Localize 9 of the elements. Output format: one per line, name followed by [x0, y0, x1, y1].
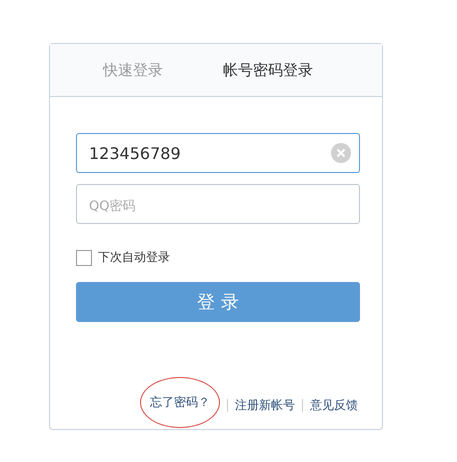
password-field[interactable]: QQ密码	[76, 184, 360, 224]
tab[interactable]: 帐号密码登录	[223, 60, 313, 80]
link[interactable]: 注册新帐号	[235, 398, 295, 412]
link[interactable]: 忘了密码？	[140, 377, 220, 428]
account-field[interactable]: 123456789	[76, 133, 360, 173]
checkbox-label: 下次自动登录	[98, 249, 170, 266]
checkbox[interactable]	[76, 250, 92, 266]
clear-icon[interactable]	[331, 143, 351, 163]
link[interactable]: 意见反馈	[310, 398, 358, 412]
